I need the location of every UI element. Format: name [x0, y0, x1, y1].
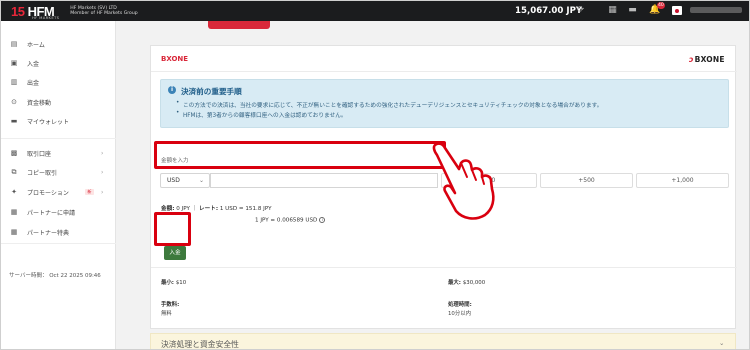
user-name[interactable] — [690, 7, 742, 13]
sidebar: ▤ ホーム ▣ 入金 ▥ 出金 ⊙ 資金移動 ▬ マイウォレット ▩ 取引口座 … — [1, 21, 116, 349]
mywallet-icon: ▬ — [10, 117, 18, 125]
info-icon: i — [168, 86, 176, 94]
active-tab-indicator — [208, 21, 270, 29]
sidebar-item-withdraw[interactable]: ▥ 出金 — [1, 75, 116, 89]
chevron-down-icon: ⌄ — [199, 177, 205, 184]
process-time-title: 処理時間: — [448, 302, 472, 308]
quick-amount-1000[interactable]: +1,000 — [636, 173, 729, 188]
copy-icon: ⧉ — [11, 168, 17, 176]
home-icon: ▤ — [10, 40, 18, 48]
inverse-rate: 1 JPY = 0.006589 USD i — [255, 217, 326, 224]
server-time: サーバー時間： Oct 22 2025 09:46 — [9, 273, 101, 279]
notification-badge: 40 — [657, 2, 665, 9]
amount-input[interactable] — [210, 173, 438, 188]
chevron-right-icon: › — [101, 149, 104, 157]
process-time-value: 10分以内 — [448, 311, 472, 317]
payment-method-title: BXONE — [161, 55, 189, 63]
quick-amount-500[interactable]: +500 — [540, 173, 633, 188]
chart-icon: ▩ — [10, 149, 18, 157]
sidebar-divider — [1, 138, 116, 139]
deposit-button[interactable]: 入金 — [164, 246, 186, 260]
top-bar: 15 HFM HF MARKETS HF Markets (SV) LTD Me… — [1, 1, 749, 21]
japan-flag-icon[interactable] — [672, 6, 682, 15]
hfm-logo[interactable]: 15 HFM HF MARKETS HF Markets (SV) LTD Me… — [11, 3, 138, 21]
amount-label: 金額を入力 — [161, 158, 189, 164]
app-window: 15 HFM HF MARKETS HF Markets (SV) LTD Me… — [0, 0, 750, 350]
divider — [151, 267, 737, 268]
sidebar-item-trading-accounts[interactable]: ▩ 取引口座 › — [1, 146, 116, 160]
grid-icon[interactable]: ▦ — [607, 5, 618, 16]
chat-icon[interactable]: ▬ — [627, 5, 638, 16]
sidebar-item-partner-apply[interactable]: ▦ パートナーに申請 — [1, 205, 116, 219]
sidebar-item-partner-benefits[interactable]: ▦ パートナー特典 — [1, 225, 116, 239]
bxone-logo: ↄBXONE — [689, 55, 725, 64]
gift-icon: ✦ — [11, 188, 17, 196]
info-title: 決済前の重要手順 — [181, 87, 242, 96]
sidebar-item-transfer[interactable]: ⊙ 資金移動 — [1, 95, 116, 109]
logo-sub: HF MARKETS — [32, 15, 60, 20]
sidebar-divider — [1, 243, 116, 244]
partner-icon: ▦ — [10, 208, 18, 216]
sidebar-item-promotion[interactable]: ✦ プロモーション 新 › — [1, 185, 116, 199]
wallet-icon: ▣ — [10, 59, 18, 67]
info-circle-icon[interactable]: i — [319, 217, 326, 223]
currency-select[interactable]: USD ⌄ — [160, 173, 210, 188]
min-amount: 最小: $10 — [161, 280, 187, 286]
info-bullet: この方法での決済は、当社の要求に応じて、不正が無いことを確認するための強化された… — [176, 100, 602, 109]
transfer-icon: ⊙ — [11, 98, 17, 106]
fee-title: 手数料: — [161, 302, 180, 308]
pointing-hand-icon — [432, 142, 495, 220]
chevron-right-icon: › — [101, 188, 104, 196]
sidebar-item-deposit[interactable]: ▣ 入金 — [1, 56, 116, 70]
max-amount: 最大: $30,000 — [448, 280, 486, 286]
account-balance: 15,067.00 JPY — [515, 6, 583, 16]
benefit-icon: ▦ — [10, 228, 18, 236]
info-box: i 決済前の重要手順 この方法での決済は、当社の要求に応じて、不正が無いことを確… — [160, 79, 729, 128]
chevron-right-icon: › — [101, 168, 104, 176]
security-accordion[interactable]: 決済処理と資金安全性 ⌄ — [150, 333, 736, 349]
refresh-icon[interactable]: ⟳ — [577, 6, 586, 15]
accordion-title: 決済処理と資金安全性 — [161, 340, 239, 349]
new-badge: 新 — [85, 189, 94, 195]
withdraw-icon: ▥ — [10, 78, 18, 86]
chevron-down-icon: ⌄ — [719, 339, 725, 347]
sidebar-item-home[interactable]: ▤ ホーム — [1, 37, 116, 51]
sidebar-item-copy-trading[interactable]: ⧉ コピー取引 › — [1, 165, 116, 179]
company-info: HF Markets (SV) LTD Member of HF Markets… — [70, 5, 138, 16]
amount-summary: 金額: 0 JPY ｜ レート: 1 USD = 151.8 JPY — [161, 206, 272, 212]
info-bullet: HFMは、第3者からの顧客様口座への入金は認めておりません。 — [176, 110, 347, 119]
sidebar-item-mywallet[interactable]: ▬ マイウォレット — [1, 114, 116, 128]
fee-value: 無料 — [161, 311, 172, 317]
divider — [151, 71, 737, 72]
